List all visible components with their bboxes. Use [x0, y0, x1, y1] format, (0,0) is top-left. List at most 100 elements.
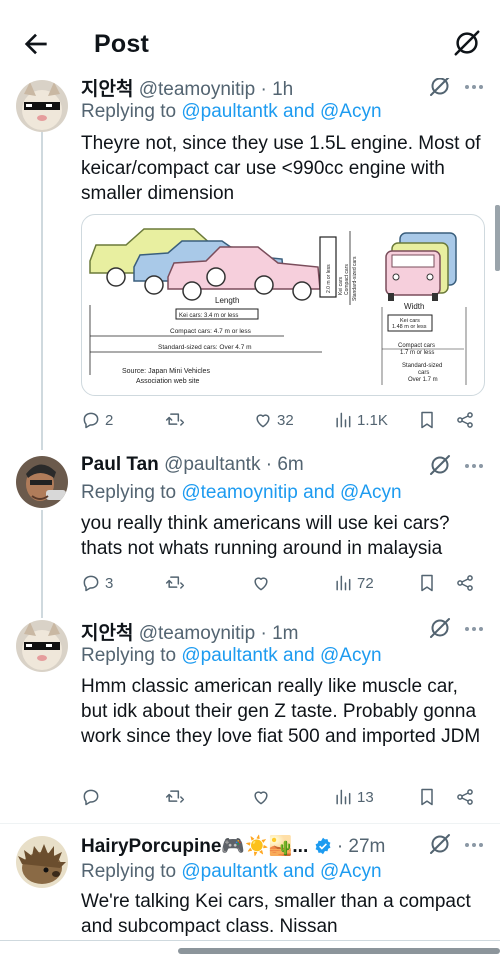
- scrollbar[interactable]: [495, 205, 500, 271]
- grok-icon[interactable]: [428, 832, 452, 856]
- tweet-divider: [0, 823, 500, 824]
- timestamp[interactable]: · 1m: [260, 623, 298, 644]
- bookmark-icon: [421, 411, 433, 429]
- bookmark-button[interactable]: [417, 570, 437, 596]
- display-name[interactable]: 지안척: [81, 79, 133, 100]
- repost-icon: [165, 790, 185, 803]
- replying-prefix: Replying to: [81, 645, 177, 666]
- mention-link[interactable]: @paultantk and @Acyn: [181, 101, 381, 122]
- timestamp[interactable]: · 27m: [337, 836, 386, 857]
- compact-width-label: Compact cars: [398, 343, 435, 349]
- avatar[interactable]: [16, 456, 68, 508]
- standard-length-label: Standard-sized cars: Over 4.7 m: [158, 344, 252, 351]
- display-name[interactable]: HairyPorcupine🎮☀️🏜️...: [81, 836, 308, 857]
- height-standard-label: Standard-sized cars: [352, 256, 358, 301]
- handle[interactable]: @teamoynitip: [139, 623, 255, 644]
- share-button[interactable]: [455, 784, 475, 810]
- more-options-icon[interactable]: [464, 84, 484, 90]
- views-icon: [336, 412, 351, 428]
- mention-link[interactable]: @paultantk and @Acyn: [181, 861, 381, 882]
- timestamp[interactable]: · 1h: [260, 79, 293, 100]
- horizontal-scrollbar[interactable]: [178, 948, 500, 954]
- reply-icon: [83, 789, 99, 806]
- display-name[interactable]: Paul Tan: [81, 454, 159, 475]
- verified-badge-icon: [315, 837, 330, 855]
- repost-icon: [165, 413, 185, 426]
- length-label: Length: [215, 296, 239, 305]
- bookmark-icon: [421, 574, 433, 592]
- views-button[interactable]: 13: [333, 784, 374, 810]
- mention-link[interactable]: @paultantk and @Acyn: [181, 645, 381, 666]
- like-button[interactable]: 32: [253, 407, 294, 433]
- action-bar: 3 72: [81, 570, 481, 596]
- back-arrow-icon[interactable]: [20, 28, 52, 60]
- replying-prefix: Replying to: [81, 101, 177, 122]
- reply-button[interactable]: [81, 784, 105, 810]
- replying-to: Replying to @paultantk and @Acyn: [81, 101, 382, 123]
- more-options-icon[interactable]: [464, 626, 484, 632]
- standard-width-label-2: cars: [418, 370, 429, 376]
- reply-button[interactable]: 3: [81, 570, 113, 596]
- tweet-header: 지안척 @teamoynitip · 1m: [81, 618, 298, 645]
- views-count: 72: [357, 574, 374, 592]
- like-button[interactable]: [251, 784, 275, 810]
- handle[interactable]: @teamoynitip: [139, 79, 255, 100]
- more-options-icon[interactable]: [464, 842, 484, 848]
- avatar[interactable]: [16, 620, 68, 672]
- timestamp[interactable]: · 6m: [266, 454, 304, 475]
- views-button[interactable]: 72: [333, 570, 374, 596]
- repost-button[interactable]: [165, 784, 189, 810]
- views-count: 13: [357, 788, 374, 806]
- bookmark-button[interactable]: [417, 784, 437, 810]
- mention-link[interactable]: @teamoynitip and @Acyn: [181, 482, 401, 503]
- standard-width-label: Standard-sized: [402, 363, 442, 369]
- handle[interactable]: @paultantk: [164, 454, 260, 475]
- reply-icon: [83, 412, 99, 429]
- repost-button[interactable]: [165, 407, 189, 433]
- reply-icon: [83, 575, 99, 592]
- reply-button[interactable]: 2: [81, 407, 113, 433]
- grok-icon[interactable]: [428, 453, 452, 477]
- like-count: 32: [277, 411, 294, 429]
- like-button[interactable]: [251, 570, 275, 596]
- more-options-icon[interactable]: [464, 463, 484, 469]
- kei-length-label: Kei cars: 3.4 m or less: [179, 313, 238, 319]
- thread-line: [41, 120, 43, 450]
- grok-icon[interactable]: [452, 28, 482, 58]
- source-line-1: Source: Japan Mini Vehicles: [122, 368, 210, 375]
- tweet-text: Theyre not, since they use 1.5L engine. …: [81, 133, 481, 204]
- kei-width-value: 1.48 m or less: [392, 324, 427, 330]
- heart-icon: [254, 577, 268, 591]
- tweet-text: Hmm classic american really like muscle …: [81, 676, 481, 747]
- page-title: Post: [94, 30, 149, 58]
- heart-icon: [256, 414, 270, 428]
- replying-to: Replying to @paultantk and @Acyn: [81, 861, 382, 883]
- tweet-image[interactable]: Length Kei cars: 3.4 m or less Compact c…: [81, 214, 485, 396]
- action-bar: 13: [81, 784, 481, 810]
- views-icon: [336, 575, 351, 591]
- top-bar: Post: [0, 0, 500, 78]
- share-button[interactable]: [455, 570, 475, 596]
- avatar[interactable]: [16, 80, 68, 132]
- reply-count: 3: [105, 574, 114, 592]
- share-icon: [457, 789, 473, 805]
- action-bar: 2 32 1.1K: [81, 407, 481, 433]
- share-button[interactable]: [455, 407, 475, 433]
- avatar[interactable]: [16, 836, 68, 888]
- repost-button[interactable]: [165, 570, 189, 596]
- replying-to: Replying to @paultantk and @Acyn: [81, 645, 382, 667]
- thread-line: [41, 510, 43, 618]
- height-compact-label: Compact cars: [344, 264, 350, 295]
- bookmark-button[interactable]: [417, 407, 437, 433]
- width-label: Width: [404, 302, 424, 311]
- grok-icon[interactable]: [428, 616, 452, 640]
- share-icon: [457, 412, 473, 428]
- compact-length-label: Compact cars: 4.7 m or less: [170, 328, 252, 335]
- display-name[interactable]: 지안척: [81, 623, 133, 644]
- views-count: 1.1K: [357, 411, 388, 429]
- standard-width-value: Over 1.7 m: [408, 377, 438, 383]
- views-button[interactable]: 1.1K: [333, 407, 388, 433]
- tweet-header: HairyPorcupine🎮☀️🏜️... · 27m: [81, 834, 385, 858]
- tweet-text: you really think americans will use kei …: [81, 513, 450, 559]
- bookmark-icon: [421, 788, 433, 806]
